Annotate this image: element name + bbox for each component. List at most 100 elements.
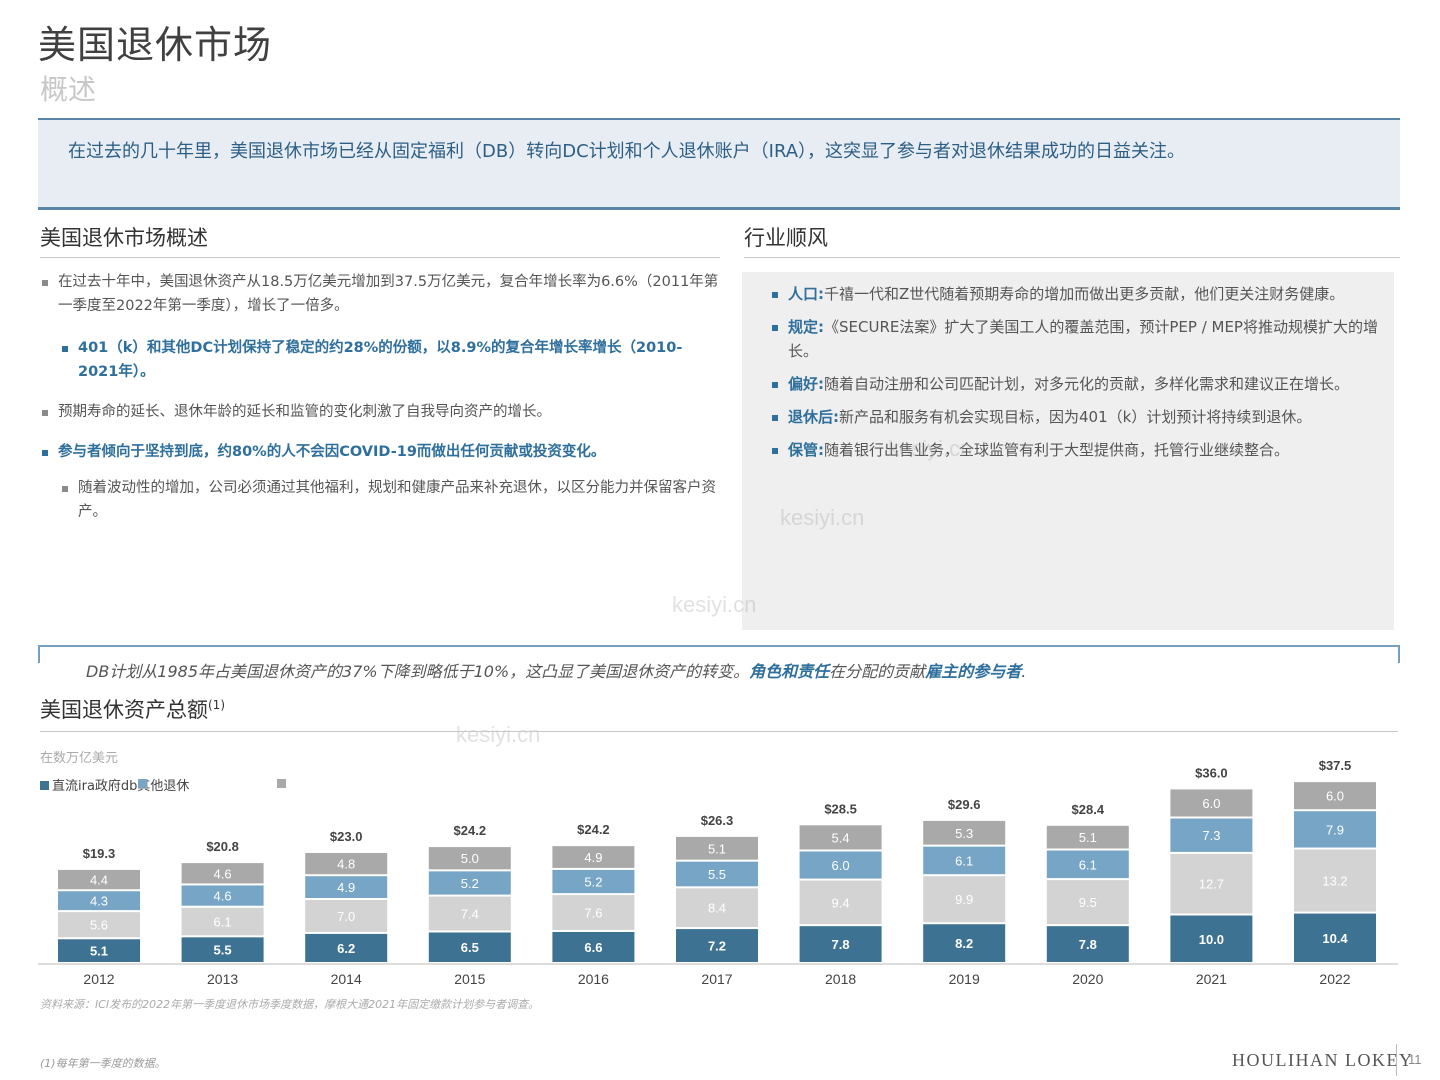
page-number: 11 [1408,1052,1422,1067]
bar-value-label: 7.3 [1202,828,1220,843]
tailwind-key: 退休后: [788,408,839,426]
x-tick-label: 2013 [207,971,238,987]
tailwind-item-preference: 偏好:随着自动注册和公司匹配计划，对多元化的贡献，多样化需求和建议正在增长。 [758,372,1380,396]
brand-logo: HOULIHAN LOKEY [1232,1050,1414,1070]
note-emphasis: 角色和责任 [749,662,830,681]
bar-value-label: 4.8 [337,857,355,872]
bar-total-label: $29.6 [948,797,981,812]
tailwind-item-regulation: 规定:《SECURE法案》扩大了美国工人的覆盖范围，预计PEP / MEP将推动… [758,315,1380,363]
bar-total-label: $24.2 [577,822,610,837]
x-tick-label: 2015 [454,971,485,987]
bar-value-label: 4.4 [90,873,108,888]
summary-box: 在过去的几十年里，美国退休市场已经从固定福利（DB）转向DC计划和个人退休账户（… [38,118,1400,210]
bar-value-label: 7.8 [1079,937,1097,952]
bar-value-label: 10.0 [1199,932,1224,947]
bar-value-label: 5.2 [461,876,479,891]
tailwinds-panel: 人口:千禧一代和Z世代随着预期寿命的增加而做出更多贡献，他们更关注财务健康。 规… [742,272,1394,630]
bar-value-label: 6.1 [955,853,973,868]
tailwind-item-post-retirement: 退休后:新产品和服务有机会实现目标，因为401（k）计划预计将持续到退休。 [758,405,1380,429]
chart-divider [40,731,1398,732]
summary-text: 在过去的几十年里，美国退休市场已经从固定福利（DB）转向DC计划和个人退休账户（… [68,141,1186,162]
bar-value-label: 8.2 [955,936,973,951]
bar-value-label: 4.3 [90,894,108,909]
tailwind-item-custody: 保管:随着银行出售业务，全球监管有利于大型提供商，托管行业继续整合。 [758,438,1380,462]
overview-heading: 美国退休市场概述 [40,226,208,250]
bar-value-label: 5.1 [1079,830,1097,845]
bar-value-label: 7.8 [832,937,850,952]
page-title: 美国退休市场 [38,23,273,67]
overview-bullet-2: 401（k）和其他DC计划保持了稳定的约28%的份额，以8.9%的复合年增长率增… [60,336,720,384]
bar-total-label: $28.5 [824,801,857,816]
tailwinds-divider [744,257,1400,258]
bar-value-label: 7.2 [708,939,726,954]
x-tick-label: 2017 [701,971,732,987]
bar-total-label: $36.0 [1195,765,1228,780]
tailwind-text: 随着自动注册和公司匹配计划，对多元化的贡献，多样化需求和建议正在增长。 [824,375,1350,393]
footnote: (1)每年第一季度的数据。 [40,1057,166,1070]
bar-value-label: 10.4 [1322,931,1348,946]
bar-total-label: $37.5 [1319,758,1352,773]
tailwind-text: 新产品和服务有机会实现目标，因为401（k）计划预计将持续到退休。 [839,408,1312,426]
bar-value-label: 6.0 [1326,789,1344,804]
bar-value-label: 6.1 [1079,857,1097,872]
bar-value-label: 5.5 [214,943,232,958]
tailwind-text: 千禧一代和Z世代随着预期寿命的增加而做出更多贡献，他们更关注财务健康。 [824,285,1345,303]
bar-value-label: 7.6 [584,906,602,921]
overview-bullet-3: 预期寿命的延长、退休年龄的延长和监管的变化刺激了自我导向资产的增长。 [40,400,720,424]
chart-title: 美国退休资产总额(1) [40,694,225,724]
overview-bullet-5: 随着波动性的增加，公司必须通过其他福利，规划和健康产品来补充退休，以区分能力并保… [60,476,720,524]
watermark: kesiyi.cn [888,436,973,461]
page-subtitle: 概述 [40,73,97,106]
source-note: 资料来源：ICI发布的2022年第一季度退休市场季度数据，摩根大通2021年固定… [40,998,540,1011]
note-part: 在分配的贡献 [829,662,926,681]
bar-value-label: 4.9 [584,850,602,865]
bar-total-label: $26.3 [701,813,734,828]
x-tick-label: 2021 [1196,971,1227,987]
bar-value-label: 5.1 [708,841,726,856]
chart-title-text: 美国退休资产总额 [40,698,208,722]
bar-total-label: $19.3 [83,846,116,861]
note-part: DB计划从1985年占美国退休资产的37%下降到略低于10%，这凸显了美国退休资… [86,662,750,681]
x-tick-label: 2019 [949,971,980,987]
x-tick-label: 2018 [825,971,856,987]
bar-value-label: 6.0 [832,858,850,873]
bar-total-label: $23.0 [330,829,363,844]
bar-value-label: 6.1 [214,915,232,930]
bar-value-label: 6.6 [584,940,602,955]
bar-value-label: 5.1 [90,944,108,959]
tailwind-item-demographics: 人口:千禧一代和Z世代随着预期寿命的增加而做出更多贡献，他们更关注财务健康。 [758,282,1380,306]
bar-value-label: 5.4 [832,830,850,845]
overview-bullet-4: 参与者倾向于坚持到底，约80%的人不会因COVID-19而做出任何贡献或投资变化… [40,440,720,464]
note-emphasis: 雇主的参与者 [925,662,1022,681]
bar-value-label: 5.0 [461,851,479,866]
bar-value-label: 9.5 [1079,895,1097,910]
tailwind-key: 人口: [788,285,824,303]
tailwind-key: 规定: [788,318,824,336]
x-tick-label: 2014 [331,971,362,987]
bar-total-label: $28.4 [1072,802,1105,817]
bar-value-label: 12.7 [1199,877,1224,892]
watermark: kesiyi.cn [672,592,757,617]
bar-value-label: 4.9 [337,880,355,895]
bar-value-label: 5.3 [955,826,973,841]
tailwinds-list: 人口:千禧一代和Z世代随着预期寿命的增加而做出更多贡献，他们更关注财务健康。 规… [758,282,1380,462]
x-tick-label: 2020 [1072,971,1103,987]
note-part: . [1021,662,1027,681]
tailwind-key: 偏好: [788,375,824,393]
watermark: kesiyi.cn [780,505,865,530]
bar-total-label: $24.2 [454,823,487,838]
bar-value-label: 5.5 [708,867,726,882]
bar-value-label: 13.2 [1322,874,1347,889]
tailwind-key: 保管: [788,441,824,459]
bar-value-label: 7.9 [1326,822,1344,837]
x-tick-label: 2022 [1319,971,1350,987]
bar-value-label: 5.2 [584,875,602,890]
x-tick-label: 2016 [578,971,609,987]
overview-bullets: 在过去十年中，美国退休资产从18.5万亿美元增加到37.5万亿美元，复合年增长率… [40,270,720,524]
bar-value-label: 8.4 [708,901,726,916]
bar-value-label: 6.5 [461,940,479,955]
overview-bullet-1: 在过去十年中，美国退休资产从18.5万亿美元增加到37.5万亿美元，复合年增长率… [40,270,720,318]
bar-value-label: 4.6 [214,866,232,881]
x-tick-label: 2012 [83,971,114,987]
footer-divider [1396,1044,1397,1076]
